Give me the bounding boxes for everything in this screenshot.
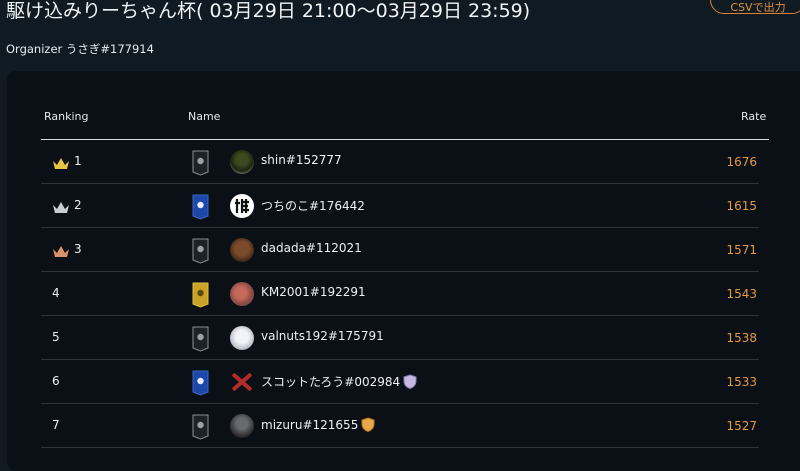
player-name[interactable]: mizuru#121655 xyxy=(261,417,375,433)
table-row[interactable]: 1 shin#152777 1676 xyxy=(41,140,759,184)
player-name-text: つちのこ#176442 xyxy=(261,199,365,213)
player-name-text: KM2001#192291 xyxy=(261,285,366,299)
player-name-text: valnuts192#175791 xyxy=(261,329,384,343)
rank-number: 7 xyxy=(52,418,60,432)
csv-export-button[interactable]: CSVで出力 xyxy=(710,0,800,14)
player-name-text: mizuru#121655 xyxy=(261,418,359,432)
dark-rank-banner-icon xyxy=(192,414,209,440)
rank-number: 4 xyxy=(52,286,60,300)
avatar[interactable] xyxy=(230,326,254,350)
table-row[interactable]: 7 mizuru#121655 1527 xyxy=(41,404,759,448)
table-row[interactable]: 2 つちのこ#176442 1615 xyxy=(41,184,759,228)
rate-value: 1615 xyxy=(726,199,757,213)
silver-shield-icon xyxy=(403,374,417,390)
rate-value: 1676 xyxy=(726,155,757,169)
rank-number: 5 xyxy=(52,330,60,344)
avatar[interactable] xyxy=(230,282,254,306)
gold-rank-banner-icon xyxy=(192,282,209,308)
player-name[interactable]: スコットたろう#002984 xyxy=(261,373,417,390)
rank-number: 3 xyxy=(74,242,82,256)
player-name[interactable]: dadada#112021 xyxy=(261,241,362,255)
organizer-name[interactable]: うさぎ#177914 xyxy=(66,42,154,56)
table-row[interactable]: 5 valnuts192#175791 1538 xyxy=(41,316,759,360)
dark-rank-banner-icon xyxy=(192,238,209,264)
column-header-name: Name xyxy=(188,110,221,123)
rate-value: 1533 xyxy=(726,375,757,389)
silver-crown-icon xyxy=(52,199,70,213)
table-row[interactable]: 3 dadada#112021 1571 xyxy=(41,228,759,272)
avatar[interactable] xyxy=(230,150,254,174)
avatar[interactable] xyxy=(230,370,254,394)
rank-number: 6 xyxy=(52,374,60,388)
table-row[interactable]: 6 スコットたろう#002984 1533 xyxy=(41,360,759,404)
dark-rank-banner-icon xyxy=(192,150,209,176)
avatar[interactable] xyxy=(230,414,254,438)
avatar[interactable] xyxy=(230,194,254,218)
organizer-label: Organizer xyxy=(6,42,63,56)
dark-rank-banner-icon xyxy=(192,326,209,352)
table-row[interactable]: 4 KM2001#192291 1543 xyxy=(41,272,759,316)
column-header-rate: Rate xyxy=(741,110,767,123)
player-name-text: shin#152777 xyxy=(261,153,342,167)
avatar[interactable] xyxy=(230,238,254,262)
organizer-line: Organizer うさぎ#177914 xyxy=(6,41,154,57)
rate-value: 1543 xyxy=(726,287,757,301)
player-name-text: スコットたろう#002984 xyxy=(261,375,401,389)
player-name[interactable]: shin#152777 xyxy=(261,153,342,167)
bronze-crown-icon xyxy=(52,243,70,257)
rate-value: 1538 xyxy=(726,331,757,345)
rank-number: 2 xyxy=(74,198,82,212)
column-header-ranking: Ranking xyxy=(44,110,89,123)
player-name-text: dadada#112021 xyxy=(261,241,362,255)
player-name[interactable]: つちのこ#176442 xyxy=(261,197,365,214)
player-name[interactable]: KM2001#192291 xyxy=(261,285,366,299)
rate-value: 1571 xyxy=(726,243,757,257)
gold-crown-icon xyxy=(52,155,70,169)
gold-shield-icon xyxy=(361,417,375,433)
player-name[interactable]: valnuts192#175791 xyxy=(261,329,384,343)
rank-number: 1 xyxy=(74,154,82,168)
blue-rank-banner-icon xyxy=(192,370,209,396)
blue-rank-banner-icon xyxy=(192,194,209,220)
rate-value: 1527 xyxy=(726,419,757,433)
page-title: 駆け込みりーちゃん杯( 03月29日 21:00〜03月29日 23:59) xyxy=(6,0,531,22)
